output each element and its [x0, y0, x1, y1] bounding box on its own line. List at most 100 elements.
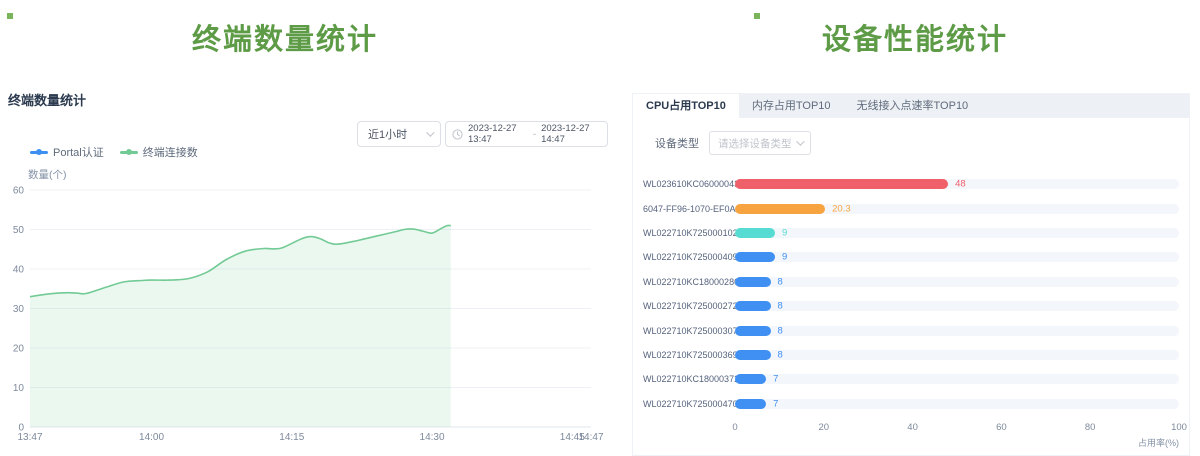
legend-label: Portal认证 [53, 144, 104, 160]
device-name-label: WL022710K725000307 [643, 326, 735, 336]
x-tick-label: 40 [907, 422, 918, 433]
device-type-placeholder: 请选择设备类型 [718, 136, 792, 151]
bar-track [735, 326, 1179, 336]
chevron-down-icon [426, 128, 434, 136]
bar-value-label: 8 [778, 325, 783, 336]
bar[interactable] [735, 277, 771, 287]
bar-value-label: 9 [782, 252, 787, 263]
bar-track [735, 228, 1179, 238]
y-tick-label: 30 [13, 304, 25, 315]
date-range-picker[interactable]: 2023-12-27 13:47 - 2023-12-27 14:47 [445, 121, 608, 147]
device-name-label: WL022710K725000470 [643, 399, 735, 409]
panel-title-terminal-count: 终端数量统计 [8, 90, 86, 109]
device-name-label: WL022710K725000272 [643, 301, 735, 311]
x-tick-label: 0 [732, 422, 737, 433]
bar-zone: 8 [735, 301, 1179, 311]
series-area [30, 225, 451, 427]
bar-zone: 7 [735, 399, 1179, 409]
x-tick-label: 14:47 [578, 432, 603, 443]
bar-row: WL023610KC06000043 48 [643, 172, 1179, 196]
bar[interactable] [735, 252, 775, 262]
bar[interactable] [735, 301, 771, 311]
device-name-label: WL022710KC18000280 [643, 277, 735, 287]
bar-row: WL022710K725000307 8 [643, 318, 1179, 342]
device-type-label: 设备类型 [655, 135, 699, 151]
bar-value-label: 9 [782, 227, 787, 238]
bar-row: WL022710K725000409 9 [643, 245, 1179, 269]
bar-row: WL022710K725000470 7 [643, 392, 1179, 416]
y-tick-label: 10 [13, 383, 25, 394]
bar-track [735, 252, 1179, 262]
legend-label: 终端连接数 [143, 144, 198, 160]
tab-wireless-rate-top10[interactable]: 无线接入点速率TOP10 [844, 94, 982, 118]
x-axis-title: 占用率(%) [1138, 436, 1179, 449]
date-separator: - [533, 129, 536, 140]
y-tick-label: 60 [13, 186, 25, 197]
bar-track [735, 301, 1179, 311]
device-name-label: 6047-FF96-1070-EF0A [643, 204, 735, 214]
bar[interactable] [735, 350, 771, 360]
x-tick-label: 100 [1171, 422, 1187, 433]
bar-zone: 9 [735, 252, 1179, 262]
chevron-down-icon [796, 137, 804, 145]
bar-zone: 9 [735, 228, 1179, 238]
bar[interactable] [735, 179, 948, 189]
bar[interactable] [735, 326, 771, 336]
device-name-label: WL022710K725000102 [643, 228, 735, 238]
bar-row: WL022710K725000272 8 [643, 294, 1179, 318]
device-name-label: WL022710K725000369 [643, 350, 735, 360]
section-title-terminal-count: 终端数量统计 [0, 16, 570, 58]
bar-value-label: 20.3 [832, 203, 851, 214]
legend-item[interactable]: Portal认证 [30, 144, 104, 160]
x-tick-label: 14:15 [279, 432, 304, 443]
legend-marker-icon [30, 147, 48, 157]
bar-zone: 48 [735, 179, 1179, 189]
bar-zone: 20.3 [735, 204, 1179, 214]
bar-value-label: 7 [773, 398, 778, 409]
bar-zone: 8 [735, 326, 1179, 336]
bar-row: 6047-FF96-1070-EF0A 20.3 [643, 196, 1179, 220]
bar-row: WL022710KC18000372 7 [643, 367, 1179, 391]
device-name-label: WL023610KC06000043 [643, 179, 735, 189]
bar-value-label: 8 [778, 301, 783, 312]
date-start: 2023-12-27 13:47 [468, 123, 528, 145]
x-tick-label: 80 [1085, 422, 1096, 433]
top10-tabbar: CPU占用TOP10 内存占用TOP10 无线接入点速率TOP10 [633, 94, 1189, 118]
tab-memory-top10[interactable]: 内存占用TOP10 [739, 94, 844, 118]
section-title-device-performance: 设备性能统计 [630, 16, 1200, 58]
bar-zone: 8 [735, 277, 1179, 287]
top10-bar-chart: WL023610KC06000043 48 6047-FF96-1070-EF0A 2… [643, 172, 1179, 416]
tab-cpu-top10[interactable]: CPU占用TOP10 [633, 94, 739, 118]
bar-value-label: 8 [778, 349, 783, 360]
bar-row: WL022710K725000369 8 [643, 343, 1179, 367]
bar-chart-x-axis: 020406080100 [643, 422, 1179, 434]
legend-item[interactable]: 终端连接数 [120, 144, 198, 160]
bar[interactable] [735, 399, 766, 409]
legend-marker-icon [120, 147, 138, 157]
bar[interactable] [735, 374, 766, 384]
y-tick-label: 50 [13, 225, 25, 236]
bar-row: WL022710KC18000280 8 [643, 270, 1179, 294]
time-range-select[interactable]: 近1小时 [357, 121, 441, 147]
bar[interactable] [735, 228, 775, 238]
y-tick-label: 20 [13, 344, 25, 355]
bar-value-label: 7 [773, 374, 778, 385]
device-type-select[interactable]: 请选择设备类型 [709, 131, 811, 155]
date-end: 2023-12-27 14:47 [541, 123, 601, 145]
terminal-count-line-chart: 010203040506013:4714:0014:1514:3014:4514… [0, 180, 620, 456]
bar-track [735, 350, 1179, 360]
y-tick-label: 40 [13, 265, 25, 276]
bar-row: WL022710K725000102 9 [643, 221, 1179, 245]
bar-zone: 8 [735, 350, 1179, 360]
bar-track [735, 374, 1179, 384]
x-tick-label: 20 [819, 422, 830, 433]
x-tick-label: 14:30 [420, 432, 445, 443]
device-name-label: WL022710KC18000372 [643, 374, 735, 384]
bar[interactable] [735, 204, 825, 214]
bar-value-label: 8 [778, 276, 783, 287]
bar-value-label: 48 [955, 179, 966, 190]
clock-icon [452, 129, 463, 140]
device-performance-card: CPU占用TOP10 内存占用TOP10 无线接入点速率TOP10 设备类型 请… [632, 93, 1190, 456]
device-name-label: WL022710K725000409 [643, 252, 735, 262]
x-tick-label: 60 [996, 422, 1007, 433]
